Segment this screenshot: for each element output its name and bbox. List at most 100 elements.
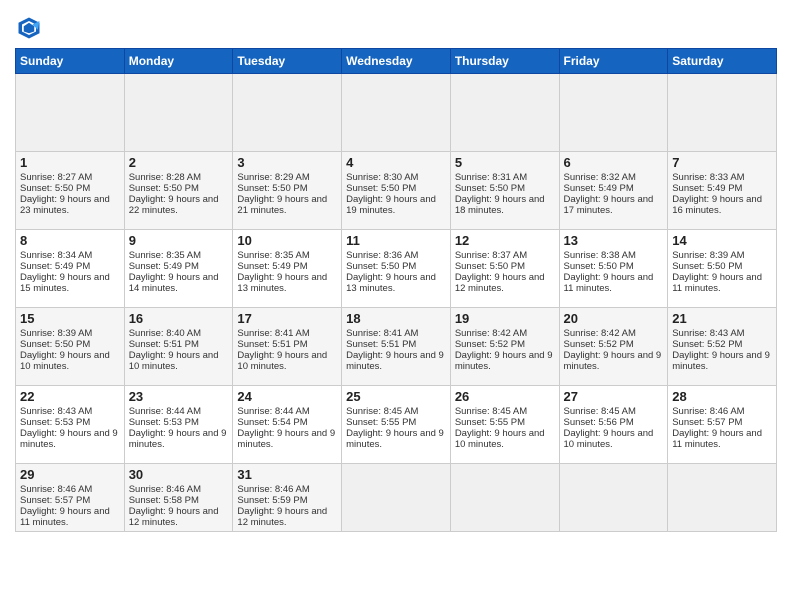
sunset: Sunset: 5:50 PM xyxy=(20,339,90,350)
sunrise: Sunrise: 8:39 AM xyxy=(672,250,744,261)
calendar-cell: 31Sunrise: 8:46 AMSunset: 5:59 PMDayligh… xyxy=(233,464,342,532)
sunrise: Sunrise: 8:46 AM xyxy=(237,484,309,495)
calendar-cell: 27Sunrise: 8:45 AMSunset: 5:56 PMDayligh… xyxy=(559,386,668,464)
day-number: 20 xyxy=(564,311,664,326)
daylight: Daylight: 9 hours and 9 minutes. xyxy=(346,428,444,450)
col-header-saturday: Saturday xyxy=(668,49,777,74)
calendar-cell: 26 Sunrise: 8:45 AMSunset: 5:55 PMDayligh… xyxy=(450,386,559,464)
sunrise: Sunrise: 8:46 AM xyxy=(20,484,92,495)
col-header-monday: Monday xyxy=(124,49,233,74)
sunset: Sunset: 5:55 PM xyxy=(455,417,525,428)
day-number: 28 xyxy=(672,389,772,404)
day-number: 25 xyxy=(346,389,446,404)
sunrise: Sunrise: 8:27 AM xyxy=(20,172,92,183)
day-number: 12 xyxy=(455,233,555,248)
day-number: 23 xyxy=(129,389,229,404)
sunset: Sunset: 5:49 PM xyxy=(564,183,634,194)
daylight: Daylight: 9 hours and 11 minutes. xyxy=(672,272,762,294)
sunset: Sunset: 5:50 PM xyxy=(237,183,307,194)
sunset: Sunset: 5:52 PM xyxy=(564,339,634,350)
col-header-tuesday: Tuesday xyxy=(233,49,342,74)
calendar-cell xyxy=(450,464,559,532)
col-header-thursday: Thursday xyxy=(450,49,559,74)
day-number: 17 xyxy=(237,311,337,326)
sunrise: Sunrise: 8:45 AM xyxy=(564,406,636,417)
daylight: Daylight: 9 hours and 10 minutes. xyxy=(564,428,654,450)
sunset: Sunset: 5:53 PM xyxy=(129,417,199,428)
calendar-cell xyxy=(342,74,451,152)
day-number: 7 xyxy=(672,155,772,170)
col-header-sunday: Sunday xyxy=(16,49,125,74)
day-number: 31 xyxy=(237,467,337,482)
calendar-cell: 18Sunrise: 8:41 AMSunset: 5:51 PMDayligh… xyxy=(342,308,451,386)
calendar-cell: 6Sunrise: 8:32 AMSunset: 5:49 PMDaylight… xyxy=(559,152,668,230)
sunset: Sunset: 5:51 PM xyxy=(346,339,416,350)
sunset: Sunset: 5:57 PM xyxy=(672,417,742,428)
calendar-cell: 24Sunrise: 8:44 AMSunset: 5:54 PMDayligh… xyxy=(233,386,342,464)
day-number: 27 xyxy=(564,389,664,404)
calendar-cell: 17Sunrise: 8:41 AMSunset: 5:51 PMDayligh… xyxy=(233,308,342,386)
day-number: 11 xyxy=(346,233,446,248)
day-number: 18 xyxy=(346,311,446,326)
daylight: Daylight: 9 hours and 22 minutes. xyxy=(129,194,219,216)
day-number: 29 xyxy=(20,467,120,482)
day-number: 15 xyxy=(20,311,120,326)
sunset: Sunset: 5:51 PM xyxy=(129,339,199,350)
sunrise: Sunrise: 8:41 AM xyxy=(346,328,418,339)
calendar-cell: 28Sunrise: 8:46 AMSunset: 5:57 PMDayligh… xyxy=(668,386,777,464)
sunset: Sunset: 5:53 PM xyxy=(20,417,90,428)
sunset: Sunset: 5:51 PM xyxy=(237,339,307,350)
sunset: Sunset: 5:49 PM xyxy=(672,183,742,194)
calendar-table: SundayMondayTuesdayWednesdayThursdayFrid… xyxy=(15,48,777,532)
calendar-cell: 20Sunrise: 8:42 AMSunset: 5:52 PMDayligh… xyxy=(559,308,668,386)
daylight: Daylight: 9 hours and 11 minutes. xyxy=(564,272,654,294)
calendar-cell: 11Sunrise: 8:36 AMSunset: 5:50 PMDayligh… xyxy=(342,230,451,308)
day-number: 10 xyxy=(237,233,337,248)
daylight: Daylight: 9 hours and 16 minutes. xyxy=(672,194,762,216)
daylight: Daylight: 9 hours and 19 minutes. xyxy=(346,194,436,216)
day-number: 14 xyxy=(672,233,772,248)
sunrise: Sunrise: 8:36 AM xyxy=(346,250,418,261)
sunrise: Sunrise: 8:41 AM xyxy=(237,328,309,339)
daylight: Daylight: 9 hours and 9 minutes. xyxy=(237,428,335,450)
sunset: Sunset: 5:49 PM xyxy=(129,261,199,272)
col-header-wednesday: Wednesday xyxy=(342,49,451,74)
sunset: Sunset: 5:50 PM xyxy=(455,261,525,272)
daylight: Daylight: 9 hours and 11 minutes. xyxy=(672,428,762,450)
sunrise: Sunrise: 8:46 AM xyxy=(129,484,201,495)
calendar-cell: 22Sunrise: 8:43 AMSunset: 5:53 PMDayligh… xyxy=(16,386,125,464)
day-number: 9 xyxy=(129,233,229,248)
calendar-cell: 5Sunrise: 8:31 AMSunset: 5:50 PMDaylight… xyxy=(450,152,559,230)
sunset: Sunset: 5:50 PM xyxy=(346,183,416,194)
calendar-cell: 8Sunrise: 8:34 AMSunset: 5:49 PMDaylight… xyxy=(16,230,125,308)
calendar-cell: 13Sunrise: 8:38 AMSunset: 5:50 PMDayligh… xyxy=(559,230,668,308)
sunrise: Sunrise: 8:34 AM xyxy=(20,250,92,261)
calendar-week-4: 22Sunrise: 8:43 AMSunset: 5:53 PMDayligh… xyxy=(16,386,777,464)
sunset: Sunset: 5:50 PM xyxy=(20,183,90,194)
day-number: 2 xyxy=(129,155,229,170)
sunrise: Sunrise: 8:44 AM xyxy=(237,406,309,417)
daylight: Daylight: 9 hours and 12 minutes. xyxy=(129,506,219,528)
sunrise: Sunrise: 8:45 AM xyxy=(455,406,527,417)
calendar-cell: 3Sunrise: 8:29 AMSunset: 5:50 PMDaylight… xyxy=(233,152,342,230)
calendar-cell: 1Sunrise: 8:27 AMSunset: 5:50 PMDaylight… xyxy=(16,152,125,230)
sunrise: Sunrise: 8:42 AM xyxy=(564,328,636,339)
calendar-cell: 19Sunrise: 8:42 AMSunset: 5:52 PMDayligh… xyxy=(450,308,559,386)
daylight: Daylight: 9 hours and 21 minutes. xyxy=(237,194,327,216)
daylight: Daylight: 9 hours and 14 minutes. xyxy=(129,272,219,294)
daylight: Daylight: 9 hours and 9 minutes. xyxy=(672,350,770,372)
daylight: Daylight: 9 hours and 15 minutes. xyxy=(20,272,110,294)
calendar-cell: 2Sunrise: 8:28 AMSunset: 5:50 PMDaylight… xyxy=(124,152,233,230)
day-number: 26 xyxy=(455,389,555,404)
calendar-week-0 xyxy=(16,74,777,152)
calendar-cell: 29Sunrise: 8:46 AMSunset: 5:57 PMDayligh… xyxy=(16,464,125,532)
daylight: Daylight: 9 hours and 10 minutes. xyxy=(455,428,545,450)
daylight: Daylight: 9 hours and 12 minutes. xyxy=(455,272,545,294)
day-number: 21 xyxy=(672,311,772,326)
calendar-header-row: SundayMondayTuesdayWednesdayThursdayFrid… xyxy=(16,49,777,74)
sunrise: Sunrise: 8:43 AM xyxy=(672,328,744,339)
sunrise: Sunrise: 8:42 AM xyxy=(455,328,527,339)
sunrise: Sunrise: 8:45 AM xyxy=(346,406,418,417)
calendar-cell xyxy=(124,74,233,152)
calendar-week-2: 8Sunrise: 8:34 AMSunset: 5:49 PMDaylight… xyxy=(16,230,777,308)
